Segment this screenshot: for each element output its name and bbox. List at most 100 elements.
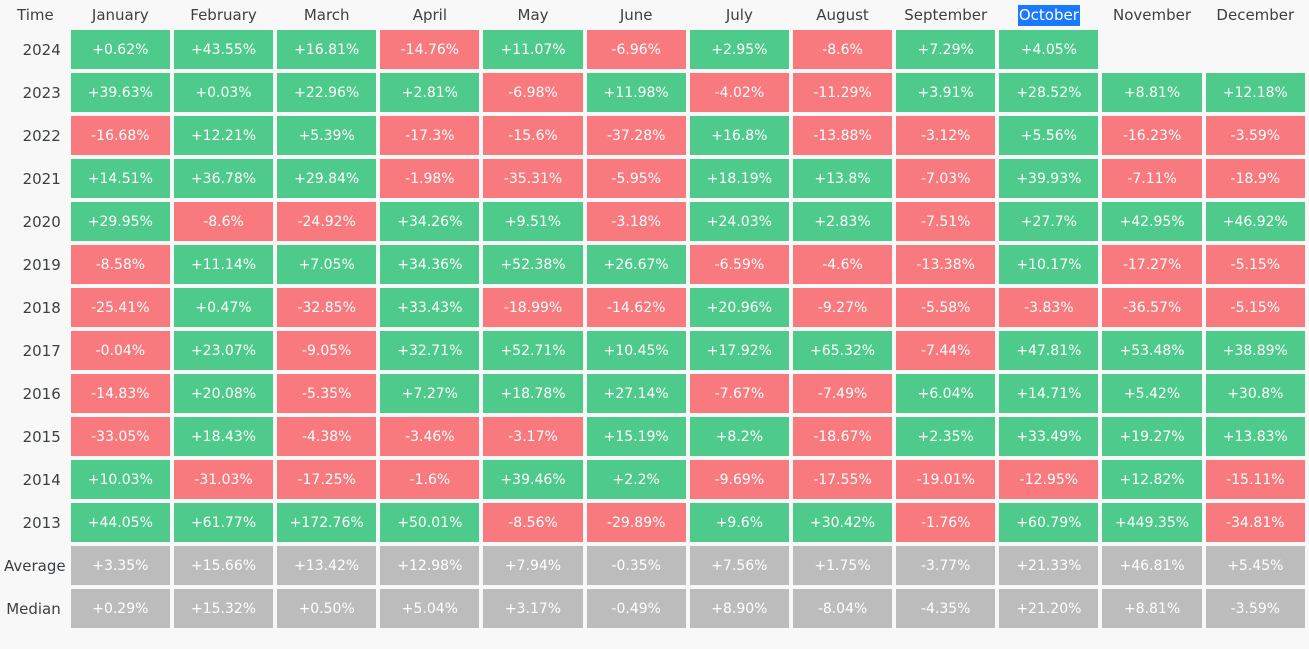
- row-label-2013[interactable]: 2013: [4, 503, 67, 542]
- column-header-february[interactable]: February: [174, 4, 273, 26]
- cell-2023-may[interactable]: -6.98%: [483, 73, 583, 112]
- cell-2014-november[interactable]: +12.82%: [1102, 460, 1202, 499]
- cell-median-march[interactable]: +0.50%: [277, 589, 377, 628]
- row-label-2014[interactable]: 2014: [4, 460, 67, 499]
- cell-2015-september[interactable]: +2.35%: [896, 417, 996, 456]
- cell-2024-may[interactable]: +11.07%: [483, 30, 583, 69]
- cell-2022-november[interactable]: -16.23%: [1102, 116, 1202, 155]
- cell-2018-january[interactable]: -25.41%: [70, 288, 170, 327]
- cell-2015-may[interactable]: -3.17%: [483, 417, 583, 456]
- cell-2022-april[interactable]: -17.3%: [380, 116, 480, 155]
- cell-2024-september[interactable]: +7.29%: [896, 30, 996, 69]
- cell-2015-july[interactable]: +8.2%: [689, 417, 789, 456]
- cell-average-november[interactable]: +46.81%: [1102, 546, 1202, 585]
- cell-2019-october[interactable]: +10.17%: [999, 245, 1099, 284]
- cell-2014-december[interactable]: -15.11%: [1205, 460, 1305, 499]
- cell-2015-october[interactable]: +33.49%: [999, 417, 1099, 456]
- cell-2015-december[interactable]: +13.83%: [1205, 417, 1305, 456]
- cell-2017-march[interactable]: -9.05%: [277, 331, 377, 370]
- row-label-2023[interactable]: 2023: [4, 73, 67, 112]
- cell-2013-march[interactable]: +172.76%: [277, 503, 377, 542]
- cell-median-december[interactable]: -3.59%: [1205, 589, 1305, 628]
- cell-2016-october[interactable]: +14.71%: [999, 374, 1099, 413]
- cell-2018-september[interactable]: -5.58%: [896, 288, 996, 327]
- cell-2013-april[interactable]: +50.01%: [380, 503, 480, 542]
- cell-median-february[interactable]: +15.32%: [173, 589, 274, 628]
- cell-2019-march[interactable]: +7.05%: [277, 245, 377, 284]
- row-label-2020[interactable]: 2020: [4, 202, 67, 241]
- cell-2019-april[interactable]: +34.36%: [380, 245, 480, 284]
- cell-2018-june[interactable]: -14.62%: [586, 288, 686, 327]
- cell-2013-june[interactable]: -29.89%: [586, 503, 686, 542]
- cell-median-november[interactable]: +8.81%: [1102, 589, 1202, 628]
- cell-2015-march[interactable]: -4.38%: [277, 417, 377, 456]
- cell-2014-may[interactable]: +39.46%: [483, 460, 583, 499]
- cell-2013-may[interactable]: -8.56%: [483, 503, 583, 542]
- cell-2016-august[interactable]: -7.49%: [792, 374, 893, 413]
- cell-2017-july[interactable]: +17.92%: [689, 331, 789, 370]
- cell-2021-march[interactable]: +29.84%: [277, 159, 377, 198]
- cell-2014-april[interactable]: -1.6%: [380, 460, 480, 499]
- cell-2020-january[interactable]: +29.95%: [70, 202, 170, 241]
- column-header-november[interactable]: November: [1102, 4, 1201, 26]
- cell-2019-june[interactable]: +26.67%: [586, 245, 686, 284]
- cell-2022-may[interactable]: -15.6%: [483, 116, 583, 155]
- cell-2023-february[interactable]: +0.03%: [173, 73, 274, 112]
- cell-average-october[interactable]: +21.33%: [999, 546, 1099, 585]
- cell-2020-december[interactable]: +46.92%: [1205, 202, 1305, 241]
- cell-2016-december[interactable]: +30.8%: [1205, 374, 1305, 413]
- cell-2019-february[interactable]: +11.14%: [173, 245, 274, 284]
- cell-2013-november[interactable]: +449.35%: [1102, 503, 1202, 542]
- cell-2021-december[interactable]: -18.9%: [1205, 159, 1305, 198]
- cell-2021-february[interactable]: +36.78%: [173, 159, 274, 198]
- cell-2013-january[interactable]: +44.05%: [70, 503, 170, 542]
- cell-2023-august[interactable]: -11.29%: [792, 73, 893, 112]
- cell-2017-february[interactable]: +23.07%: [173, 331, 274, 370]
- cell-median-october[interactable]: +21.20%: [999, 589, 1099, 628]
- cell-2020-april[interactable]: +34.26%: [380, 202, 480, 241]
- column-header-january[interactable]: January: [71, 4, 170, 26]
- cell-2014-january[interactable]: +10.03%: [70, 460, 170, 499]
- cell-2020-may[interactable]: +9.51%: [483, 202, 583, 241]
- cell-2022-february[interactable]: +12.21%: [173, 116, 274, 155]
- cell-2014-july[interactable]: -9.69%: [689, 460, 789, 499]
- row-label-median[interactable]: Median: [4, 589, 67, 628]
- column-header-may[interactable]: May: [483, 4, 582, 26]
- cell-2017-april[interactable]: +32.71%: [380, 331, 480, 370]
- cell-2014-march[interactable]: -17.25%: [277, 460, 377, 499]
- cell-2021-august[interactable]: +13.8%: [792, 159, 893, 198]
- cell-2022-june[interactable]: -37.28%: [586, 116, 686, 155]
- cell-2019-november[interactable]: -17.27%: [1102, 245, 1202, 284]
- row-label-average[interactable]: Average: [4, 546, 67, 585]
- cell-2017-january[interactable]: -0.04%: [70, 331, 170, 370]
- cell-average-february[interactable]: +15.66%: [173, 546, 274, 585]
- cell-2023-december[interactable]: +12.18%: [1205, 73, 1305, 112]
- cell-2023-june[interactable]: +11.98%: [586, 73, 686, 112]
- cell-2022-august[interactable]: -13.88%: [792, 116, 893, 155]
- column-header-april[interactable]: April: [380, 4, 479, 26]
- cell-2017-november[interactable]: +53.48%: [1102, 331, 1202, 370]
- cell-2023-july[interactable]: -4.02%: [689, 73, 789, 112]
- cell-2021-july[interactable]: +18.19%: [689, 159, 789, 198]
- cell-2020-june[interactable]: -3.18%: [586, 202, 686, 241]
- cell-2022-december[interactable]: -3.59%: [1205, 116, 1305, 155]
- cell-average-april[interactable]: +12.98%: [380, 546, 480, 585]
- column-header-june[interactable]: June: [587, 4, 686, 26]
- cell-2018-april[interactable]: +33.43%: [380, 288, 480, 327]
- cell-median-july[interactable]: +8.90%: [689, 589, 789, 628]
- cell-2024-november[interactable]: [1102, 30, 1201, 69]
- row-label-2018[interactable]: 2018: [4, 288, 67, 327]
- cell-2021-september[interactable]: -7.03%: [896, 159, 996, 198]
- cell-2018-july[interactable]: +20.96%: [689, 288, 789, 327]
- column-header-september[interactable]: September: [896, 4, 995, 26]
- column-header-august[interactable]: August: [793, 4, 892, 26]
- cell-median-january[interactable]: +0.29%: [70, 589, 170, 628]
- cell-average-may[interactable]: +7.94%: [483, 546, 583, 585]
- cell-2022-january[interactable]: -16.68%: [70, 116, 170, 155]
- cell-2024-august[interactable]: -8.6%: [792, 30, 893, 69]
- cell-2017-may[interactable]: +52.71%: [483, 331, 583, 370]
- cell-average-september[interactable]: -3.77%: [896, 546, 996, 585]
- cell-2020-july[interactable]: +24.03%: [689, 202, 789, 241]
- cell-2019-september[interactable]: -13.38%: [896, 245, 996, 284]
- cell-2020-november[interactable]: +42.95%: [1102, 202, 1202, 241]
